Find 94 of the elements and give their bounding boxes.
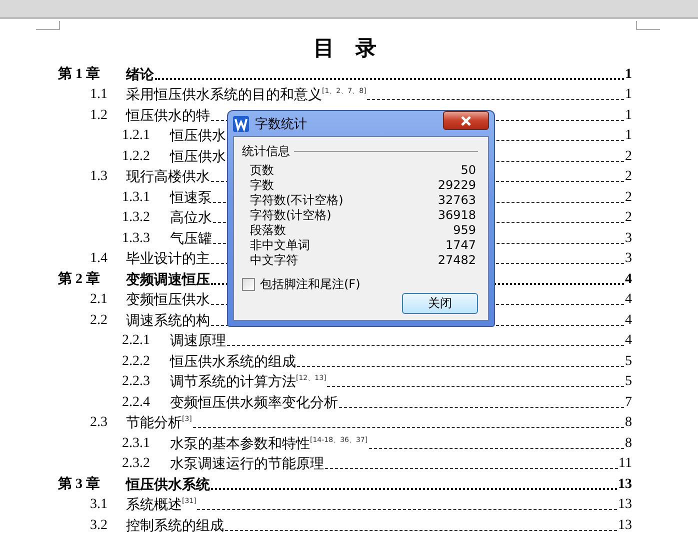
toc-entry-title: 恒压供水系统 bbox=[126, 476, 210, 494]
stat-value: 36918 bbox=[438, 208, 476, 223]
app-logo-icon bbox=[233, 116, 249, 132]
toc-page-number: 3 bbox=[625, 230, 632, 248]
toc-page-number: 2 bbox=[625, 209, 632, 227]
toc-number: 2.3.2 bbox=[122, 455, 151, 473]
stat-value: 1747 bbox=[444, 238, 476, 253]
group-label: 统计信息 bbox=[242, 143, 290, 160]
toc-entry-title: 变频调速恒压 bbox=[126, 270, 210, 288]
stat-label: 字符数(不计空格) bbox=[250, 193, 344, 208]
toc-page-number: 13 bbox=[618, 496, 632, 514]
toc-entry-title: 调速原理 bbox=[170, 332, 226, 350]
toc-title: 目 录 bbox=[312, 35, 378, 61]
toc-page-number: 2 bbox=[625, 148, 632, 166]
checkbox[interactable] bbox=[242, 278, 255, 291]
toc-entry-title: 高位水 bbox=[170, 209, 212, 227]
stat-label: 字数 bbox=[250, 178, 275, 193]
toc-number: 2.2.3 bbox=[122, 373, 151, 391]
toc-number: 1.1 bbox=[90, 86, 108, 104]
toc-page-number: 4 bbox=[625, 270, 632, 288]
toc-entry-title: 恒速泵 bbox=[170, 188, 212, 206]
toc-page-number: 5 bbox=[625, 352, 632, 370]
toc-entry-title: 节能分析$^{[3]}$ bbox=[126, 414, 192, 432]
stat-label: 非中文单词 bbox=[250, 238, 311, 253]
toc-number: 1.3.3 bbox=[122, 230, 151, 248]
toc-entry-title: 恒压供水的特 bbox=[126, 106, 210, 124]
toc-page-number: 4 bbox=[625, 291, 632, 309]
toc-entry-title: 恒压供水 bbox=[170, 127, 226, 145]
toc-number: 1.3.2 bbox=[122, 209, 151, 227]
toc-page-number: 3 bbox=[625, 250, 632, 268]
toc-entry-title: 调节系统的计算方法$^{[12、13]}$ bbox=[170, 373, 326, 391]
toc-number: 3.2 bbox=[90, 516, 108, 534]
toc-page-number: 4 bbox=[625, 312, 632, 330]
toc-entry-title: 水泵调速运行的节能原理 bbox=[170, 455, 324, 473]
close-icon bbox=[460, 116, 472, 126]
close-button[interactable] bbox=[443, 111, 489, 130]
dialog-title: 字数统计 bbox=[255, 116, 307, 132]
toc-entry-title: 控制系统的组成 bbox=[126, 516, 224, 534]
toc-entry-title: 变频恒压供水频率变化分析 bbox=[170, 394, 338, 412]
toc-number: 1.4 bbox=[90, 250, 108, 268]
toc-page-number: 7 bbox=[625, 394, 632, 412]
toc-entry-title: 毕业设计的主 bbox=[126, 250, 210, 268]
toc-number: 1.2 bbox=[90, 106, 108, 124]
margin-corner-mark bbox=[636, 21, 660, 30]
toc-entry-title: 恒压供水系统的组成 bbox=[170, 352, 296, 370]
margin-corner-mark bbox=[36, 21, 60, 30]
stat-value: 50 bbox=[460, 163, 476, 178]
close-dialog-button[interactable]: 关闭 bbox=[402, 293, 478, 314]
toc-entry-title: 气压罐 bbox=[170, 230, 212, 248]
toc-number: 2.2.2 bbox=[122, 352, 151, 370]
toc-page-number: 11 bbox=[618, 455, 632, 473]
stat-label: 字符数(计空格) bbox=[250, 208, 332, 223]
toc-entry-title: 水泵的基本参数和特性$^{[14-18、36、37]}$ bbox=[170, 434, 368, 452]
toc-number: 1.3 bbox=[90, 168, 108, 186]
toc-page-number: 1 bbox=[625, 66, 632, 84]
toc-entry-title: 系统概述$^{[31]}$ bbox=[126, 496, 196, 514]
stat-value: 959 bbox=[452, 223, 476, 238]
toc-number: 2.3 bbox=[90, 414, 108, 432]
toc-entry-title: 现行高楼供水 bbox=[126, 168, 210, 186]
toc-page-number: 2 bbox=[625, 188, 632, 206]
stat-value: 32763 bbox=[438, 193, 476, 208]
toc-number: 2.2 bbox=[90, 312, 108, 330]
toc-number: 第 2 章 bbox=[58, 270, 101, 288]
toc-number: 2.2.1 bbox=[122, 332, 151, 350]
toc-page-number: 13 bbox=[618, 476, 632, 494]
toc-page-number: 4 bbox=[625, 332, 632, 350]
toc-number: 2.2.4 bbox=[122, 394, 151, 412]
toc-entry-title: 绪论 bbox=[126, 66, 154, 84]
toc-entry-title: 采用恒压供水系统的目的和意义$^{[1、2、7、8]}$ bbox=[126, 86, 366, 104]
stat-label: 中文字符 bbox=[250, 253, 299, 268]
toc-page-number: 5 bbox=[625, 373, 632, 391]
toc-entry-title: 调速系统的构 bbox=[126, 312, 210, 330]
stat-value: 27482 bbox=[438, 253, 476, 268]
toc-number: 2.1 bbox=[90, 291, 108, 309]
toc-number: 3.1 bbox=[90, 496, 108, 514]
toc-entry-title: 恒压供水 bbox=[170, 148, 226, 166]
toc-number: 1.2.1 bbox=[122, 127, 151, 145]
toc-number: 1.2.2 bbox=[122, 148, 151, 166]
stat-label: 段落数 bbox=[250, 223, 287, 238]
toc-page-number: 2 bbox=[625, 168, 632, 186]
stat-label: 页数 bbox=[250, 163, 275, 178]
toc-number: 2.3.1 bbox=[122, 434, 151, 452]
toc-number: 第 3 章 bbox=[58, 476, 101, 494]
toc-page-number: 8 bbox=[625, 434, 632, 452]
toc-number: 第 1 章 bbox=[58, 66, 101, 84]
toc-page-number: 1 bbox=[625, 106, 632, 124]
toc-entry-title: 变频恒压供水 bbox=[126, 291, 210, 309]
stat-value: 29229 bbox=[438, 178, 476, 193]
toc-page-number: 1 bbox=[625, 127, 632, 145]
toc-page-number: 1 bbox=[625, 86, 632, 104]
checkbox-label: 包括脚注和尾注(F) bbox=[260, 276, 360, 293]
toc-page-number: 8 bbox=[625, 414, 632, 432]
toc-page-number: 13 bbox=[618, 516, 632, 534]
toc-number: 1.3.1 bbox=[122, 188, 151, 206]
